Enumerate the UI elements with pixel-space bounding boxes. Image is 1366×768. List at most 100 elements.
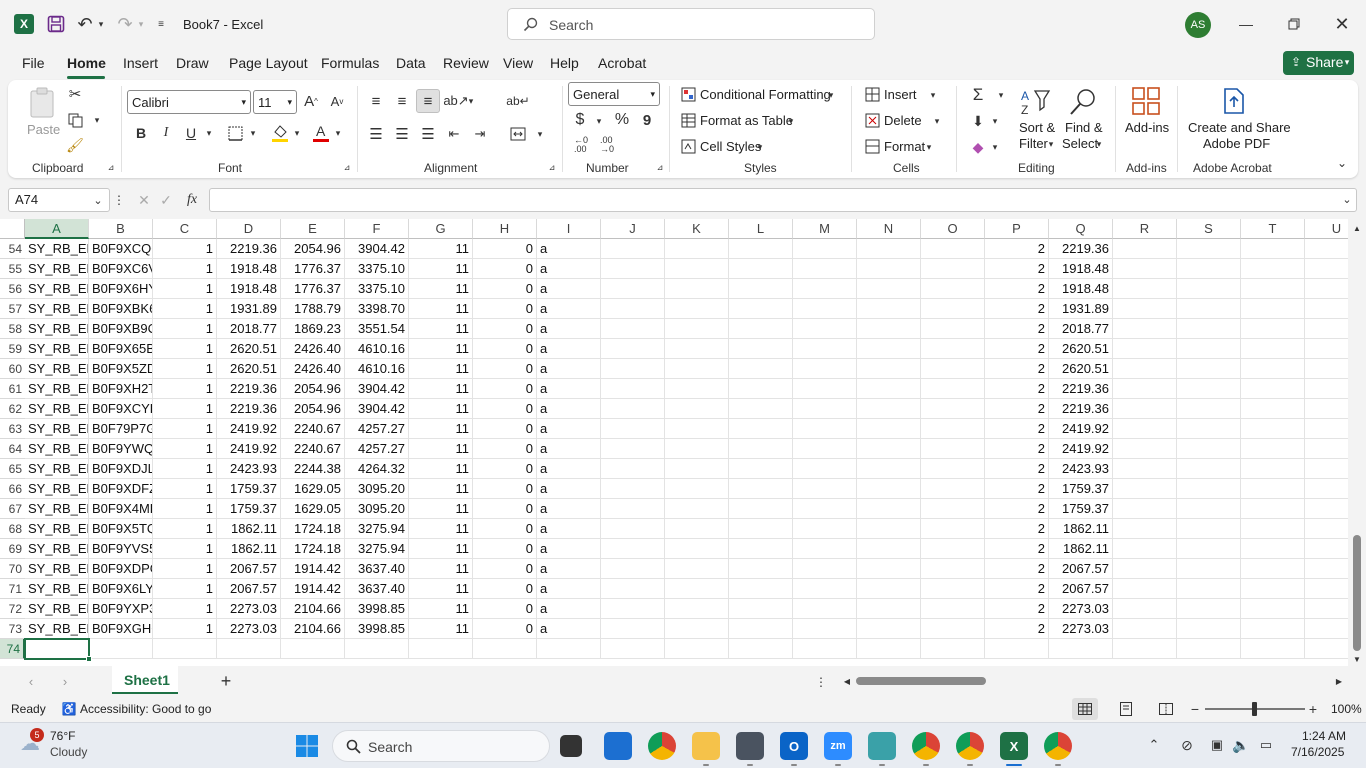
cell-h[interactable]: 0 xyxy=(473,259,537,279)
cell-l[interactable] xyxy=(729,239,793,259)
cell-u[interactable] xyxy=(1305,519,1348,539)
cell-d[interactable]: 1759.37 xyxy=(217,479,281,499)
undo-icon[interactable]: ↶ xyxy=(74,14,96,34)
cell-g[interactable] xyxy=(409,639,473,659)
cell-i[interactable]: a xyxy=(537,239,601,259)
cell-e[interactable]: 2054.96 xyxy=(281,379,345,399)
cell-s[interactable] xyxy=(1177,259,1241,279)
scroll-up-icon[interactable]: ▲ xyxy=(1352,223,1362,233)
cell-s[interactable] xyxy=(1177,639,1241,659)
cell-h[interactable]: 0 xyxy=(473,299,537,319)
cell-b[interactable]: B0F9XDPG xyxy=(89,559,153,579)
cell-d[interactable]: 2219.36 xyxy=(217,379,281,399)
column-header-c[interactable]: C xyxy=(153,219,217,239)
cell-j[interactable] xyxy=(601,459,665,479)
bold-icon[interactable]: B xyxy=(132,124,150,142)
currency-dropdown-icon[interactable]: ▾ xyxy=(594,114,604,128)
cell-j[interactable] xyxy=(601,439,665,459)
cell-j[interactable] xyxy=(601,419,665,439)
cell-p[interactable]: 2 xyxy=(985,559,1049,579)
cell-l[interactable] xyxy=(729,579,793,599)
cell-c[interactable]: 1 xyxy=(153,319,217,339)
column-header-p[interactable]: P xyxy=(985,219,1049,239)
cell-r[interactable] xyxy=(1113,499,1177,519)
cell-n[interactable] xyxy=(857,499,921,519)
cell-l[interactable] xyxy=(729,419,793,439)
cell-j[interactable] xyxy=(601,379,665,399)
row-header[interactable]: 62 xyxy=(0,399,25,419)
cell-u[interactable] xyxy=(1305,439,1348,459)
cell-e[interactable]: 2054.96 xyxy=(281,399,345,419)
cell-b[interactable]: B0F9XC6V xyxy=(89,259,153,279)
cancel-formula-icon[interactable]: ✕ xyxy=(136,191,152,209)
cell-u[interactable] xyxy=(1305,239,1348,259)
restore-icon[interactable] xyxy=(1282,12,1306,36)
cell-f[interactable]: 3637.40 xyxy=(345,579,409,599)
cell-e[interactable]: 2054.96 xyxy=(281,239,345,259)
cell-g[interactable]: 11 xyxy=(409,619,473,639)
row-header[interactable]: 59 xyxy=(0,339,25,359)
cell-m[interactable] xyxy=(793,579,857,599)
create-pdf-icon[interactable] xyxy=(1220,86,1248,116)
cell-k[interactable] xyxy=(665,239,729,259)
cell-q[interactable] xyxy=(1049,639,1113,659)
cell-a[interactable]: SY_RB_EP xyxy=(25,599,89,619)
cell-r[interactable] xyxy=(1113,239,1177,259)
cell-d[interactable]: 2067.57 xyxy=(217,559,281,579)
cell-g[interactable]: 11 xyxy=(409,299,473,319)
currency-icon[interactable]: $ xyxy=(572,110,588,130)
cell-o[interactable] xyxy=(921,459,985,479)
cell-c[interactable]: 1 xyxy=(153,399,217,419)
row-header[interactable]: 71 xyxy=(0,579,25,599)
more-options-icon[interactable]: ⋮ xyxy=(113,192,125,208)
cell-c[interactable]: 1 xyxy=(153,279,217,299)
cell-s[interactable] xyxy=(1177,559,1241,579)
cell-i[interactable]: a xyxy=(537,519,601,539)
cell-o[interactable] xyxy=(921,619,985,639)
row-header[interactable]: 68 xyxy=(0,519,25,539)
cell-f[interactable]: 3904.42 xyxy=(345,239,409,259)
create-pdf-label-2[interactable]: Adobe PDF xyxy=(1203,136,1270,151)
column-header-e[interactable]: E xyxy=(281,219,345,239)
cell-g[interactable]: 11 xyxy=(409,499,473,519)
cell-p[interactable]: 2 xyxy=(985,339,1049,359)
cell-p[interactable]: 2 xyxy=(985,279,1049,299)
cell-t[interactable] xyxy=(1241,379,1305,399)
weather-condition[interactable]: Cloudy xyxy=(50,745,87,759)
cell-p[interactable]: 2 xyxy=(985,579,1049,599)
cell-m[interactable] xyxy=(793,519,857,539)
tab-acrobat[interactable]: Acrobat xyxy=(598,55,646,71)
cell-n[interactable] xyxy=(857,579,921,599)
volume-icon[interactable]: 🔈 xyxy=(1232,736,1250,754)
taskbar-search[interactable]: Search xyxy=(332,730,550,762)
alignment-launcher-icon[interactable]: ⊿ xyxy=(547,162,557,172)
cell-t[interactable] xyxy=(1241,439,1305,459)
cell-f[interactable]: 4610.16 xyxy=(345,359,409,379)
row-header[interactable]: 65 xyxy=(0,459,25,479)
cell-o[interactable] xyxy=(921,439,985,459)
cell-l[interactable] xyxy=(729,379,793,399)
cell-p[interactable]: 2 xyxy=(985,299,1049,319)
cell-b[interactable]: B0F9YVS5 xyxy=(89,539,153,559)
cell-j[interactable] xyxy=(601,519,665,539)
cell-r[interactable] xyxy=(1113,379,1177,399)
cell-s[interactable] xyxy=(1177,479,1241,499)
row-header[interactable]: 58 xyxy=(0,319,25,339)
cell-i[interactable]: a xyxy=(537,459,601,479)
cell-o[interactable] xyxy=(921,379,985,399)
cell-t[interactable] xyxy=(1241,559,1305,579)
column-header-h[interactable]: H xyxy=(473,219,537,239)
worksheet-grid[interactable]: ABCDEFGHIJKLMNOPQRSTU54SY_RB_EPB0F9XCQC1… xyxy=(0,219,1348,666)
cell-o[interactable] xyxy=(921,579,985,599)
percent-icon[interactable]: % xyxy=(612,110,632,130)
cell-g[interactable]: 11 xyxy=(409,439,473,459)
chrome-profile-icon[interactable] xyxy=(1044,732,1072,760)
cell-m[interactable] xyxy=(793,319,857,339)
add-sheet-icon[interactable]: + xyxy=(217,671,235,691)
minimize-icon[interactable]: — xyxy=(1234,12,1258,36)
column-header-d[interactable]: D xyxy=(217,219,281,239)
underline-icon[interactable]: U xyxy=(182,124,200,142)
cell-o[interactable] xyxy=(921,359,985,379)
add-ins-icon[interactable] xyxy=(1130,86,1162,116)
cell-l[interactable] xyxy=(729,279,793,299)
